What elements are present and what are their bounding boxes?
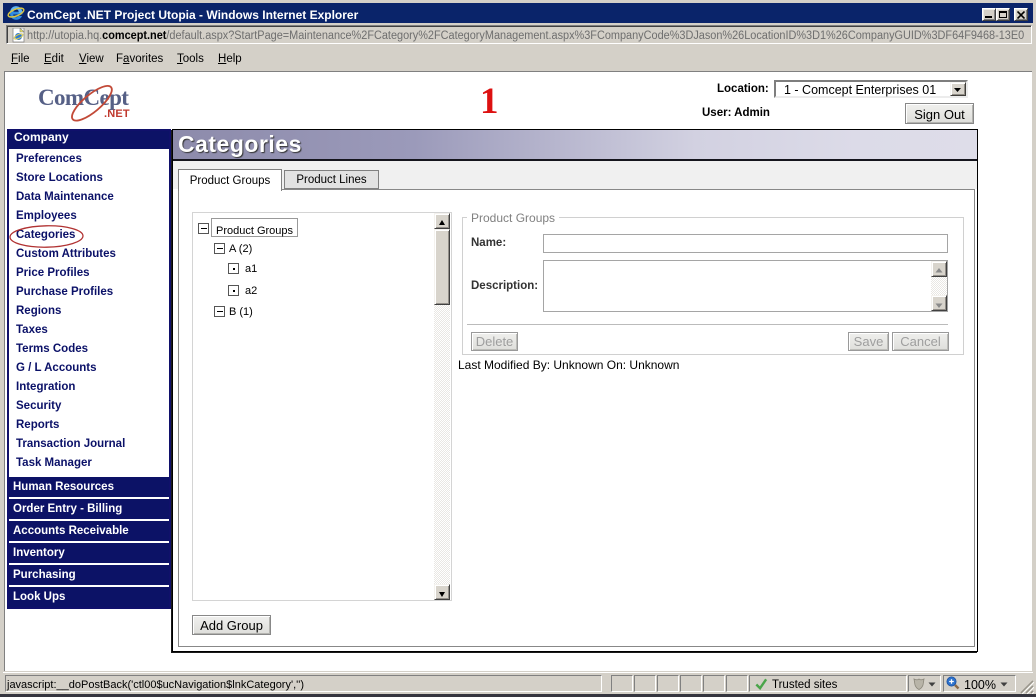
svg-text:ComCept: ComCept (38, 85, 129, 110)
svg-text:.NET: .NET (104, 108, 130, 120)
